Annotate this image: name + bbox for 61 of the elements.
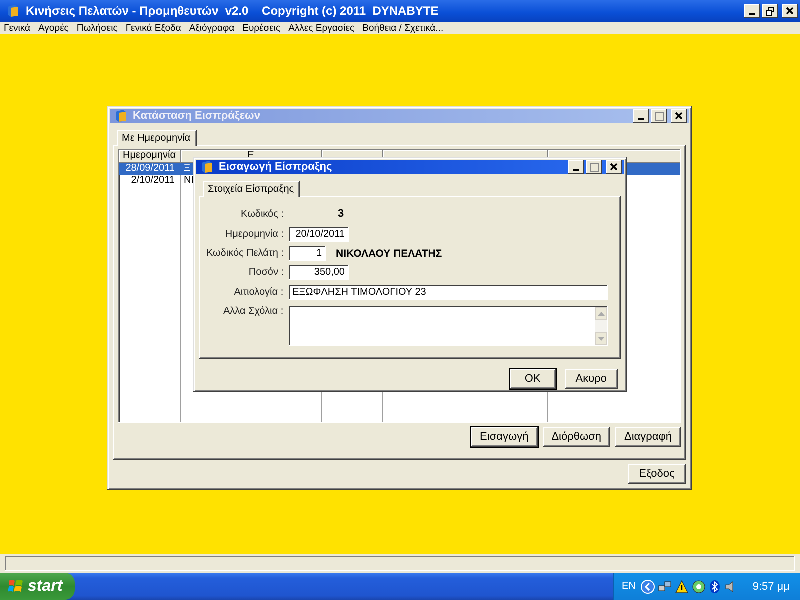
warning-icon[interactable] — [674, 580, 689, 594]
close-icon — [610, 163, 618, 171]
field-label: Αιτιολογία : — [233, 287, 284, 298]
maximize-icon — [654, 112, 664, 120]
book-icon — [6, 4, 20, 18]
field-label: Ποσόν : — [248, 267, 284, 278]
dialog-button[interactable]: Ακυρο — [564, 369, 618, 389]
menu-item[interactable]: Αξιόγραφα — [189, 22, 235, 34]
language-indicator[interactable]: EN — [622, 581, 636, 592]
action-button[interactable]: Εισαγωγή — [471, 427, 538, 447]
menu-item[interactable]: Αγορές — [38, 22, 69, 34]
restore-icon — [766, 6, 774, 16]
minimize-button[interactable] — [568, 160, 584, 174]
input-field[interactable]: 1 — [289, 246, 326, 261]
column-header[interactable]: Ημερομηνία — [119, 150, 181, 163]
windows-logo-icon — [8, 579, 24, 594]
maximize-icon — [590, 162, 598, 172]
input-field[interactable]: 20/10/2011 — [289, 227, 349, 242]
chevron-icon[interactable] — [640, 580, 655, 594]
field-label: Κωδικός Πελάτη : — [206, 248, 284, 259]
book-icon — [200, 160, 214, 174]
code-value: 3 — [338, 208, 344, 220]
maximize-button[interactable] — [586, 160, 602, 174]
clock: 9:57 μμ — [752, 580, 790, 592]
menu-item[interactable]: Βοήθεια / Σχετικά... — [362, 22, 444, 34]
tab[interactable]: Στοιχεία Είσπραξης — [203, 181, 300, 197]
menu-item[interactable]: Γενικά Εξοδα — [126, 22, 182, 34]
minimize-button[interactable] — [744, 4, 760, 18]
start-button[interactable]: start — [0, 573, 75, 600]
close-button[interactable] — [782, 4, 798, 18]
table-cell-text: 2/10/2011 — [130, 175, 176, 187]
table-cell-text: ΝΙ — [183, 175, 194, 187]
menu-item[interactable]: Πωλήσεις — [76, 22, 118, 34]
book-icon — [114, 109, 128, 123]
field-label: Κωδικός : — [240, 208, 284, 220]
table-cell-text: Ξ — [183, 163, 190, 175]
field-label: Αλλα Σχόλια : — [222, 306, 284, 317]
window-title: Εισαγωγή Είσπραξης — [219, 161, 334, 173]
exit-button[interactable]: Εξοδος — [628, 464, 686, 484]
close-icon — [675, 112, 683, 120]
action-button[interactable]: Διαγραφή — [615, 427, 681, 447]
action-button[interactable]: Διόρθωση — [542, 427, 610, 447]
close-button[interactable] — [606, 160, 622, 174]
field-label: Ημερομηνία : — [224, 229, 284, 240]
window-title: Κινήσεις Πελατών - Προμηθευτών v2.0 Copyright (c) 2011 DYNABYTE — [26, 4, 440, 18]
comments-field[interactable] — [288, 306, 608, 346]
input-field[interactable]: ΕΞΩΦΛΗΣΗ ΤΙΜΟΛΟΓΙΟΥ 23 — [288, 285, 608, 300]
bluetooth-icon[interactable] — [708, 580, 721, 594]
tab[interactable]: Με Ημερομηνία — [117, 130, 197, 146]
menu-item[interactable]: Αλλες Εργασίες — [288, 22, 355, 34]
restore-button[interactable] — [762, 4, 778, 18]
menu-item[interactable]: Γενικά — [4, 22, 30, 34]
customer-name: ΝΙΚΟΛΑΟΥ ΠΕΛΑΤΗΣ — [336, 248, 442, 260]
shield-icon[interactable] — [692, 580, 706, 594]
window-title: Κατάσταση Εισπράξεων — [133, 110, 262, 122]
input-field[interactable]: 350,00 — [289, 265, 349, 280]
network-icon[interactable] — [658, 580, 672, 594]
menu-item[interactable]: Ευρέσεις — [242, 22, 281, 34]
table-cell-text: 28/09/2011 — [124, 163, 176, 175]
dialog-button[interactable]: OK — [510, 369, 556, 389]
close-icon — [786, 7, 794, 15]
